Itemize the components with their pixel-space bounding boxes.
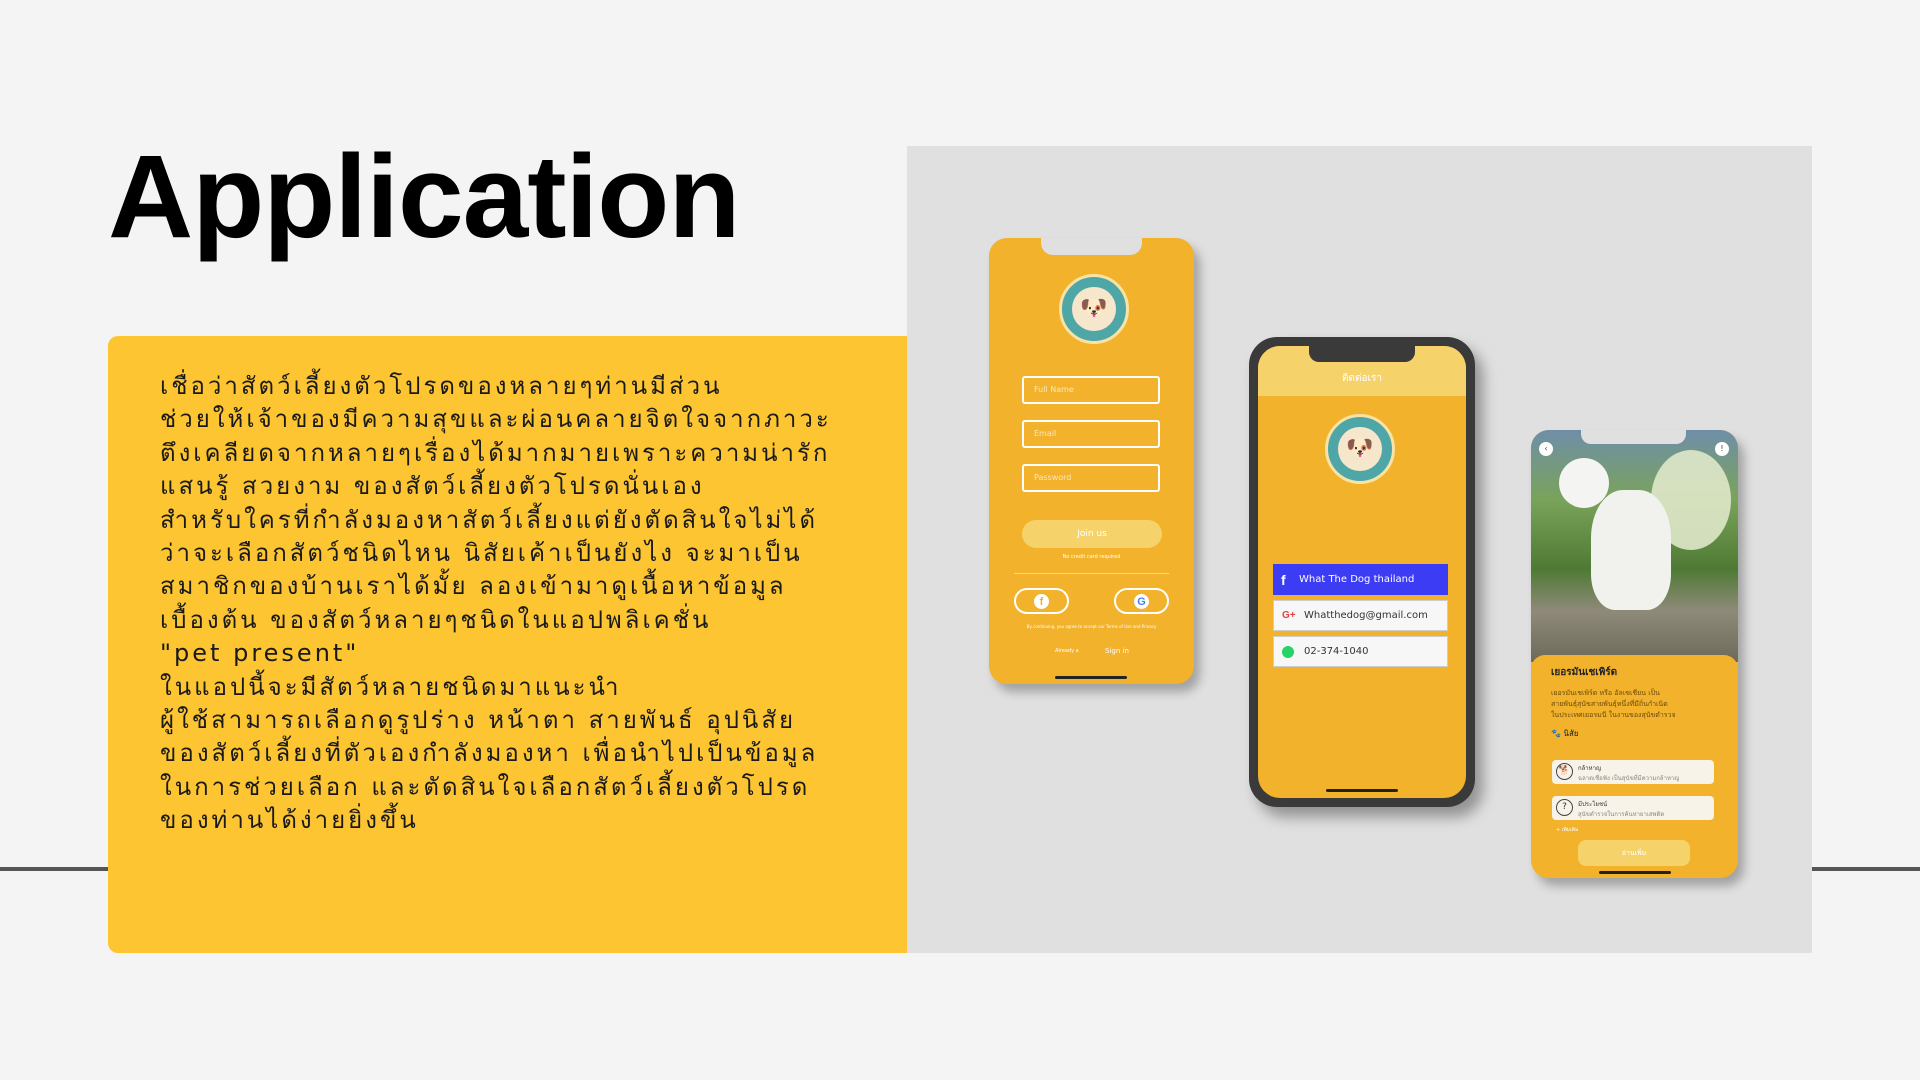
phone-notch xyxy=(1309,346,1415,362)
breed-desc-line: สายพันธุ์สุนัขสายพันธุ์หนึ่งที่มีถิ่นกำเ… xyxy=(1551,700,1668,708)
description-line: ว่าจะเลือกสัตว์ชนิดไหน นิสัยเค้าเป็นยังไ… xyxy=(160,539,803,568)
trait-desc: ฉลาดเชื่อฟัง เป็นสุนัขที่มีความกล้าหาญ xyxy=(1578,775,1680,782)
divider-line-left xyxy=(0,867,108,871)
google-icon: G xyxy=(1134,593,1149,609)
traits-heading: 🐾 นิสัย xyxy=(1551,729,1579,738)
description-line: ของสัตว์เลี้ยงที่ตัวเองกำลังมองหา เพื่อน… xyxy=(160,739,819,768)
email-address: Whatthedog@gmail.com xyxy=(1304,610,1428,621)
dog-head-shape xyxy=(1559,458,1609,508)
description-line: เบื้องต้น ของสัตว์หลายๆชนิดในแอปพลิเคชั่… xyxy=(160,605,712,634)
phone-screen: ติดต่อเรา 🐶 f What The Dog thailand G+ W… xyxy=(1258,346,1466,798)
description-line: "pet present" xyxy=(160,639,360,668)
contact-header-title: ติดต่อเรา xyxy=(1342,373,1382,384)
see-more-link[interactable]: + เพิ่มเติม xyxy=(1556,826,1578,834)
dog-logo-icon: 🐶 xyxy=(1059,274,1129,344)
trait-title: มีประโยชน์ xyxy=(1578,801,1608,808)
breed-description: เยอรมันเชเพิร์ด หรือ อัลเซเชียน เป็น สาย… xyxy=(1551,688,1718,721)
no-card-note: No credit card required xyxy=(1062,554,1121,560)
trait-desc: สุนัขตำรวจในการค้นหายาเสพติด xyxy=(1578,811,1665,818)
description-line: ในแอปนี้จะมีสัตว์หลายชนิดมาแนะนำ xyxy=(160,672,622,701)
phone-contact[interactable]: 02-374-1040 xyxy=(1273,636,1448,667)
description-line: ของท่านได้ง่ายยิ่งขึ้น xyxy=(160,806,419,835)
description-line: แสนรู้ สวยงาม ของสัตว์เลี้ยงตัวโปรดนั่นเ… xyxy=(160,472,705,501)
breed-desc-line: ในประเทศเยอรมนี ในงานของสุนัขตำรวจ xyxy=(1551,711,1676,719)
description-line: สำหรับใครที่กำลังมองหาสัตว์เลี้ยงแต่ยังต… xyxy=(160,505,819,534)
description-line: เชื่อว่าสัตว์เลี้ยงตัวโปรดของหลายๆท่านมี… xyxy=(160,372,723,400)
divider-line-right xyxy=(1812,867,1920,871)
back-icon[interactable]: ‹ xyxy=(1539,442,1553,456)
description-line: ตึงเคลียดจากหลายๆเรื่องได้มากมายเพราะควา… xyxy=(160,438,831,467)
dog-icon: 🐕 xyxy=(1556,763,1573,780)
phone-notch xyxy=(1041,238,1142,255)
facebook-contact[interactable]: f What The Dog thailand xyxy=(1273,564,1448,595)
password-field[interactable]: Password xyxy=(1022,464,1160,492)
divider xyxy=(1014,573,1169,574)
already-text: Already a xyxy=(1055,648,1079,654)
facebook-icon: f xyxy=(1034,593,1049,609)
whatsapp-icon xyxy=(1282,645,1294,658)
facebook-icon: f xyxy=(1281,571,1286,588)
question-icon: ? xyxy=(1556,799,1573,816)
description-line: ช่วยให้เจ้าของมีความสุขและผ่อนคลายจิตใจจ… xyxy=(160,405,832,434)
trait-card[interactable]: 🐕 กล้าหาญ ฉลาดเชื่อฟัง เป็นสุนัขที่มีควา… xyxy=(1552,760,1714,784)
phone-contact-mockup: ติดต่อเรา 🐶 f What The Dog thailand G+ W… xyxy=(1249,337,1475,807)
home-indicator xyxy=(1599,871,1671,874)
read-more-button[interactable]: อ่านเพิ่ม xyxy=(1578,840,1690,866)
facebook-login-button[interactable]: f xyxy=(1014,588,1069,614)
google-login-button[interactable]: G xyxy=(1114,588,1169,614)
phone-notch xyxy=(1581,430,1686,444)
phone-signup-mockup: 🐶 Full Name Email Password Join us No cr… xyxy=(989,238,1194,684)
facebook-page-name: What The Dog thailand xyxy=(1299,574,1415,585)
email-contact[interactable]: G+ Whatthedog@gmail.com xyxy=(1273,600,1448,631)
home-indicator xyxy=(1326,789,1398,792)
trait-title: กล้าหาญ xyxy=(1578,765,1602,772)
home-indicator xyxy=(1055,676,1127,679)
description-line: สมาชิกของบ้านเราได้มั้ย ลองเข้ามาดูเนื้อ… xyxy=(160,572,787,601)
phone-number: 02-374-1040 xyxy=(1304,646,1369,657)
breed-desc-line: เยอรมันเชเพิร์ด หรือ อัลเซเชียน เป็น xyxy=(1551,689,1660,697)
description-line: ในการช่วยเลือก และตัดสินใจเลือกสัตว์เลี้… xyxy=(160,772,811,801)
dog-body-shape xyxy=(1591,490,1671,610)
signin-link[interactable]: Sign in xyxy=(1105,647,1129,655)
description-line: ผู้ใช้สามารถเลือกดูรูปร่าง หน้าตา สายพัน… xyxy=(160,706,797,735)
page-title: Application xyxy=(108,131,740,263)
dog-photo xyxy=(1531,430,1738,662)
terms-text: By continuing, you agree to accept our T… xyxy=(1026,624,1157,629)
phone-breed-mockup: ‹ ! เยอรมันเชเพิร์ด เยอรมันเชเพิร์ด หรือ… xyxy=(1531,430,1738,878)
traits-heading-label: นิสัย xyxy=(1563,729,1579,738)
google-plus-icon: G+ xyxy=(1282,610,1296,621)
breed-name: เยอรมันเชเพิร์ด xyxy=(1551,667,1618,678)
description-box: เชื่อว่าสัตว์เลี้ยงตัวโปรดของหลายๆท่านมี… xyxy=(108,336,908,953)
dog-logo-icon: 🐶 xyxy=(1325,414,1395,484)
email-field[interactable]: Email xyxy=(1022,420,1160,448)
trait-card[interactable]: ? มีประโยชน์ สุนัขตำรวจในการค้นหายาเสพติ… xyxy=(1552,796,1714,820)
fullname-field[interactable]: Full Name xyxy=(1022,376,1160,404)
join-button[interactable]: Join us xyxy=(1022,520,1162,548)
info-icon[interactable]: ! xyxy=(1715,442,1729,456)
